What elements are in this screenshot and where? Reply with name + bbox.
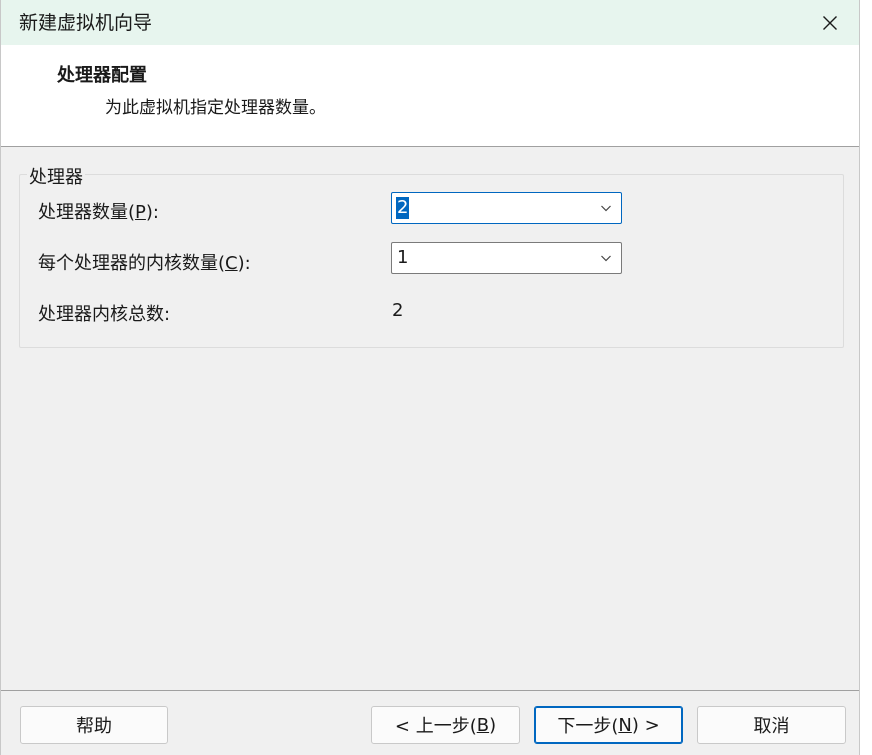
next-button[interactable]: 下一步(N) > — [534, 706, 683, 744]
chevron-down-icon — [601, 205, 611, 212]
page-title: 处理器配置 — [57, 65, 147, 86]
total-cores-label: 处理器内核总数: — [38, 304, 171, 325]
chevron-down-icon — [601, 255, 611, 262]
back-button[interactable]: < 上一步(B) — [371, 706, 520, 744]
total-cores-value: 2 — [392, 300, 404, 321]
close-icon — [823, 15, 837, 30]
processor-count-value: 2 — [396, 197, 410, 219]
processor-count-select[interactable]: 2 — [391, 192, 622, 224]
cancel-button[interactable]: 取消 — [697, 706, 846, 744]
cores-per-processor-value: 1 — [397, 247, 409, 268]
wizard-header: 处理器配置 为此虚拟机指定处理器数量。 — [1, 45, 859, 146]
help-button[interactable]: 帮助 — [20, 706, 168, 744]
processor-count-label: 处理器数量(P): — [38, 202, 159, 223]
title-bar[interactable]: 新建虚拟机向导 — [1, 0, 859, 45]
new-vm-wizard-window: 新建虚拟机向导 处理器配置 为此虚拟机指定处理器数量。 处理器 处理器数量(P)… — [0, 0, 872, 755]
close-button[interactable] — [801, 0, 859, 45]
window-title: 新建虚拟机向导 — [19, 12, 153, 34]
header-divider — [1, 146, 859, 147]
dialog-frame: 新建虚拟机向导 处理器配置 为此虚拟机指定处理器数量。 处理器 处理器数量(P)… — [0, 0, 860, 755]
processor-group-legend: 处理器 — [27, 163, 85, 189]
page-description: 为此虚拟机指定处理器数量。 — [105, 98, 326, 118]
cores-per-processor-label: 每个处理器的内核数量(C): — [38, 253, 251, 274]
footer-divider — [1, 690, 859, 691]
cores-per-processor-select[interactable]: 1 — [391, 242, 622, 274]
